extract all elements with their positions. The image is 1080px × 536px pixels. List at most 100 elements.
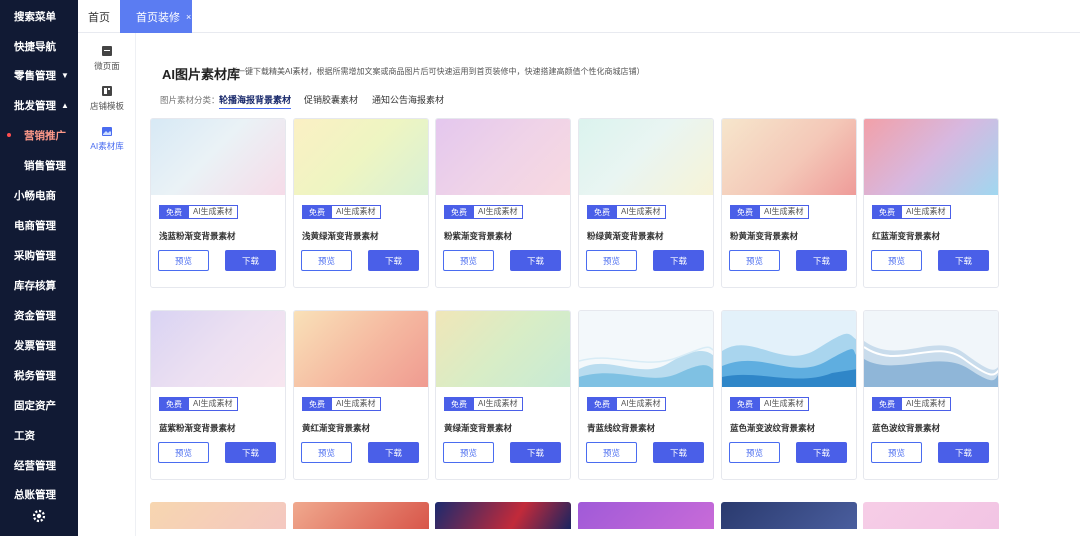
thumbnail: [864, 119, 998, 195]
material-card[interactable]: 免费 AI生成素材 黄红渐变背景素材 预览 下载: [293, 310, 429, 480]
material-card[interactable]: 免费 AI生成素材 粉紫渐变背景素材 预览 下载: [435, 118, 571, 288]
preview-button[interactable]: 预览: [729, 442, 780, 463]
tab-label: 首页装修: [136, 11, 180, 24]
download-button[interactable]: 下载: [938, 442, 989, 463]
close-icon[interactable]: ×: [186, 12, 191, 22]
download-button[interactable]: 下载: [368, 250, 419, 271]
nav-label: 营销推广: [24, 129, 66, 142]
nav-item-ecommerce[interactable]: 电商管理: [0, 210, 78, 240]
download-button[interactable]: 下载: [653, 250, 704, 271]
nav-item-search-menu[interactable]: 搜索菜单: [0, 1, 78, 31]
nav-label: 库存核算: [14, 279, 56, 292]
subnav-item-ai-library[interactable]: AI素材库: [78, 125, 136, 152]
ai-badge: AI生成素材: [760, 397, 809, 411]
nav-item-funds[interactable]: 资金管理: [0, 300, 78, 330]
tab-home[interactable]: 首页: [78, 0, 120, 33]
nav-item-retail[interactable]: 零售管理 ▼: [0, 60, 78, 90]
preview-button[interactable]: 预览: [729, 250, 780, 271]
tab-home-decoration[interactable]: 首页装修 ×: [120, 0, 192, 33]
ai-badge: AI生成素材: [332, 397, 381, 411]
preview-button[interactable]: 预览: [301, 250, 352, 271]
chevron-down-icon: ▼: [61, 70, 69, 80]
nav-label: 销售管理: [24, 159, 66, 172]
material-card[interactable]: 免费 AI生成素材 红蓝渐变背景素材 预览 下载: [863, 118, 999, 288]
nav-item-quick-nav[interactable]: 快捷导航: [0, 31, 78, 61]
preview-button[interactable]: 预览: [871, 442, 922, 463]
card-title: 粉紫渐变背景素材: [444, 231, 513, 241]
material-card[interactable]: 免费 AI生成素材 粉绿黄渐变背景素材 预览 下载: [578, 118, 714, 288]
decoration-sidebar: 微页面 店铺模板 AI素材库: [78, 33, 136, 536]
subnav-label: 店铺模板: [89, 101, 124, 111]
download-button[interactable]: 下载: [938, 250, 989, 271]
preview-button[interactable]: 预览: [158, 442, 209, 463]
card-title: 浅蓝粉渐变背景素材: [159, 231, 236, 241]
material-card[interactable]: 免费 AI生成素材 蓝色波纹背景素材 预览 下载: [863, 310, 999, 480]
preview-button[interactable]: 预览: [158, 250, 209, 271]
nav-item-fixed-assets[interactable]: 固定资产: [0, 390, 78, 420]
material-card[interactable]: 免费 AI生成素材 黄绿渐变背景素材 预览 下载: [435, 310, 571, 480]
category-tab-promo-capsule[interactable]: 促销胶囊素材: [304, 93, 358, 106]
nav-item-ledger[interactable]: 总账管理: [0, 479, 78, 509]
download-button[interactable]: 下载: [368, 442, 419, 463]
main-content: AI图片素材库 （一键下载精美AI素材，根据所需增加文案或商品图片后可快速运用到…: [136, 33, 1080, 536]
card-title: 蓝色渐变波纹背景素材: [730, 423, 816, 433]
nav-label: 采购管理: [14, 249, 56, 262]
material-card-partial[interactable]: [435, 502, 571, 529]
download-button[interactable]: 下载: [796, 442, 847, 463]
material-card-partial[interactable]: [293, 502, 429, 529]
nav-item-marketing[interactable]: 营销推广: [0, 120, 78, 150]
preview-button[interactable]: 预览: [443, 250, 494, 271]
preview-button[interactable]: 预览: [301, 442, 352, 463]
nav-item-payroll[interactable]: 工资: [0, 420, 78, 450]
subnav-label: 微页面: [94, 61, 120, 71]
gear-icon[interactable]: [31, 508, 47, 524]
nav-item-tax[interactable]: 税务管理: [0, 360, 78, 390]
category-tab-notice[interactable]: 通知公告海报素材: [372, 93, 444, 106]
download-button[interactable]: 下载: [225, 442, 276, 463]
template-icon: [102, 86, 112, 96]
material-card[interactable]: 免费 AI生成素材 粉黄渐变背景素材 预览 下载: [721, 118, 857, 288]
nav-item-ecommerce-small[interactable]: 小畅电商: [0, 180, 78, 210]
material-card[interactable]: 免费 AI生成素材 青蓝线纹背景素材 预览 下载: [578, 310, 714, 480]
thumbnail: [579, 311, 713, 387]
nav-label: 搜索菜单: [14, 10, 56, 23]
preview-button[interactable]: 预览: [871, 250, 922, 271]
download-button[interactable]: 下载: [510, 442, 561, 463]
material-card[interactable]: 免费 AI生成素材 蓝色渐变波纹背景素材 预览 下载: [721, 310, 857, 480]
nav-item-operations[interactable]: 经营管理: [0, 450, 78, 480]
material-card-partial[interactable]: [721, 502, 857, 529]
free-badge: 免费: [159, 397, 189, 411]
material-card-partial[interactable]: [150, 502, 286, 529]
material-card[interactable]: 免费 AI生成素材 浅黄绿渐变背景素材 预览 下载: [293, 118, 429, 288]
page-icon: [102, 46, 112, 56]
free-badge: 免费: [872, 397, 902, 411]
thumbnail: [294, 119, 428, 195]
nav-label: 快捷导航: [14, 40, 56, 53]
nav-label: 固定资产: [14, 399, 56, 412]
nav-item-purchase[interactable]: 采购管理: [0, 240, 78, 270]
material-card[interactable]: 免费 AI生成素材 蓝紫粉渐变背景素材 预览 下载: [150, 310, 286, 480]
preview-button[interactable]: 预览: [586, 442, 637, 463]
nav-item-wholesale[interactable]: 批发管理 ▲: [0, 90, 78, 120]
nav-item-sales[interactable]: 销售管理: [0, 150, 78, 180]
download-button[interactable]: 下载: [225, 250, 276, 271]
subnav-item-micro-page[interactable]: 微页面: [78, 45, 136, 72]
nav-label: 经营管理: [14, 459, 56, 472]
material-card-partial[interactable]: [863, 502, 999, 529]
preview-button[interactable]: 预览: [586, 250, 637, 271]
nav-item-inventory[interactable]: 库存核算: [0, 270, 78, 300]
material-card-partial[interactable]: [578, 502, 714, 529]
download-button[interactable]: 下载: [796, 250, 847, 271]
card-title: 蓝紫粉渐变背景素材: [159, 423, 236, 433]
download-button[interactable]: 下载: [510, 250, 561, 271]
ai-badge: AI生成素材: [189, 205, 238, 219]
material-card[interactable]: 免费 AI生成素材 浅蓝粉渐变背景素材 预览 下载: [150, 118, 286, 288]
preview-button[interactable]: 预览: [443, 442, 494, 463]
card-title: 粉绿黄渐变背景素材: [587, 231, 664, 241]
nav-item-invoice[interactable]: 发票管理: [0, 330, 78, 360]
free-badge: 免费: [587, 205, 617, 219]
category-tab-carousel[interactable]: 轮播海报背景素材: [219, 93, 292, 109]
subnav-item-store-template[interactable]: 店铺模板: [78, 85, 136, 112]
page-description: （一键下载精美AI素材，根据所需增加文案或商品图片后可快速运用到首页装修中，快速…: [229, 67, 645, 76]
download-button[interactable]: 下载: [653, 442, 704, 463]
